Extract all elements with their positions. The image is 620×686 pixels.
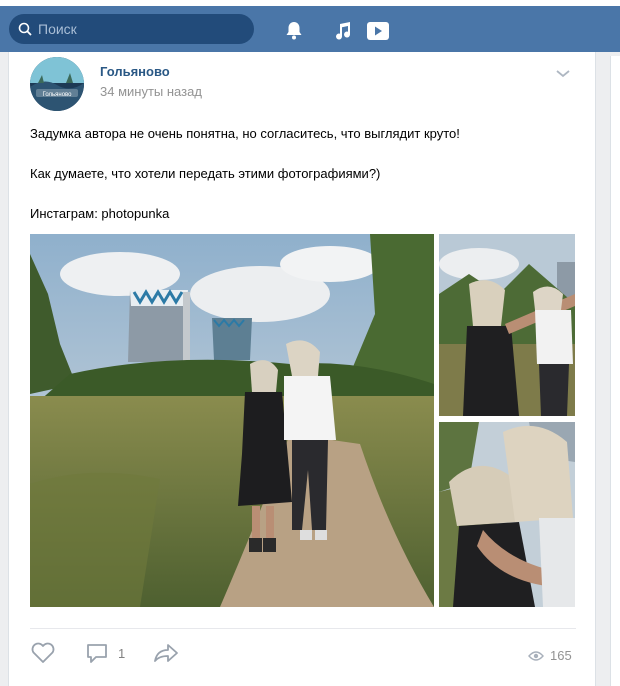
post-text-line-3: Инстаграм: photopunka — [30, 206, 170, 221]
like-button[interactable] — [30, 642, 56, 664]
bell-icon[interactable] — [282, 19, 306, 43]
search-icon — [18, 22, 32, 36]
post-photo-bottom-right[interactable] — [439, 422, 575, 607]
comment-count: 1 — [118, 645, 126, 661]
comment-icon — [87, 644, 107, 663]
music-icon[interactable] — [331, 19, 355, 43]
eye-icon — [528, 650, 544, 661]
group-name-link[interactable]: Гольяново — [100, 64, 170, 79]
post-photo-main[interactable] — [30, 234, 434, 607]
video-icon[interactable] — [366, 19, 390, 43]
post-text-line-1: Задумка автора не очень понятна, но согл… — [30, 126, 460, 141]
views-counter: 165 — [528, 648, 572, 663]
post-time[interactable]: 34 минуты назад — [100, 84, 202, 99]
avatar-logo-text: Гольяново — [42, 92, 72, 98]
chevron-down-icon[interactable] — [555, 66, 571, 84]
like-icon — [31, 642, 55, 663]
post-photo-top-right[interactable] — [439, 234, 575, 416]
comment-button[interactable]: 1 — [85, 642, 125, 664]
avatar[interactable]: Гольяново — [30, 57, 84, 111]
top-navigation-bar: Поиск — [0, 0, 620, 52]
search-input[interactable]: Поиск — [9, 14, 254, 44]
views-count: 165 — [550, 648, 572, 663]
actions-divider — [30, 628, 576, 629]
right-sidebar-edge — [610, 56, 620, 686]
post-text-line-2: Как думаете, что хотели передать этими ф… — [30, 166, 381, 181]
share-icon — [154, 644, 178, 662]
post-card: Гольяново Гольяново 34 минуты назад Заду… — [8, 52, 596, 686]
share-button[interactable] — [152, 642, 180, 664]
search-placeholder: Поиск — [38, 21, 77, 37]
